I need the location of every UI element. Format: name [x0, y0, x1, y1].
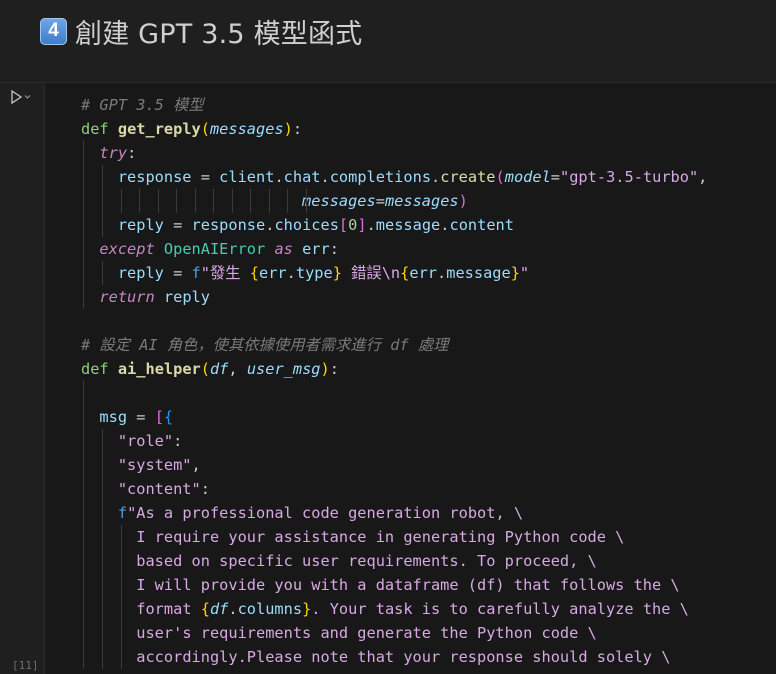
code-line: response = client.chat.completions.creat… — [81, 165, 707, 189]
code-line: try: — [81, 141, 707, 165]
code-line: "system", — [81, 453, 707, 477]
run-cell-button[interactable] — [10, 87, 32, 107]
code-line: I require your assistance in generating … — [81, 525, 707, 549]
code-line: except OpenAIError as err: — [81, 237, 707, 261]
code-line: based on specific user requirements. To … — [81, 549, 707, 573]
code-line: accordingly.Please note that your respon… — [81, 645, 707, 669]
markdown-heading: 4 創建 GPT 3.5 模型函式 — [40, 14, 363, 50]
code-line: "role": — [81, 429, 707, 453]
code-line: reply = response.choices[0].message.cont… — [81, 213, 707, 237]
code-line: "content": — [81, 477, 707, 501]
code-line: # GPT 3.5 模型 — [81, 93, 707, 117]
execution-count: [11] — [12, 659, 39, 672]
code-line: # 設定 AI 角色，使其依據使用者需求進行 df 處理 — [81, 333, 707, 357]
code-line: def get_reply(messages): — [81, 120, 303, 138]
code-line: messages=messages) — [81, 189, 707, 213]
heading-title: 創建 GPT 3.5 模型函式 — [75, 18, 363, 50]
code-content: # GPT 3.5 模型 def get_reply(messages): tr… — [81, 93, 707, 669]
cell-gutter: [11] — [0, 83, 44, 674]
run-play-icon — [11, 89, 31, 105]
comment: # GPT 3.5 模型 — [81, 96, 204, 114]
code-line: f"As a professional code generation robo… — [81, 501, 707, 525]
code-cell[interactable]: [11] # GPT 3.5 模型 def get_reply(messages… — [0, 82, 776, 674]
code-editor[interactable]: # GPT 3.5 模型 def get_reply(messages): tr… — [44, 83, 776, 674]
code-line: user's requirements and generate the Pyt… — [81, 621, 707, 645]
keycap-number-icon: 4 — [40, 17, 67, 45]
code-line: reply = f"發生 {err.type} 錯誤\n{err.message… — [81, 261, 707, 285]
code-line: format {df.columns}. Your task is to car… — [81, 597, 707, 621]
code-line: I will provide you with a dataframe (df)… — [81, 573, 707, 597]
code-line — [81, 381, 707, 405]
code-line: def ai_helper(df, user_msg): — [81, 360, 339, 378]
code-line: return reply — [81, 285, 707, 309]
markdown-cell[interactable]: 4 創建 GPT 3.5 模型函式 — [0, 0, 776, 82]
comment: # 設定 AI 角色，使其依據使用者需求進行 df 處理 — [81, 336, 449, 354]
code-line: msg = [{ — [81, 405, 707, 429]
